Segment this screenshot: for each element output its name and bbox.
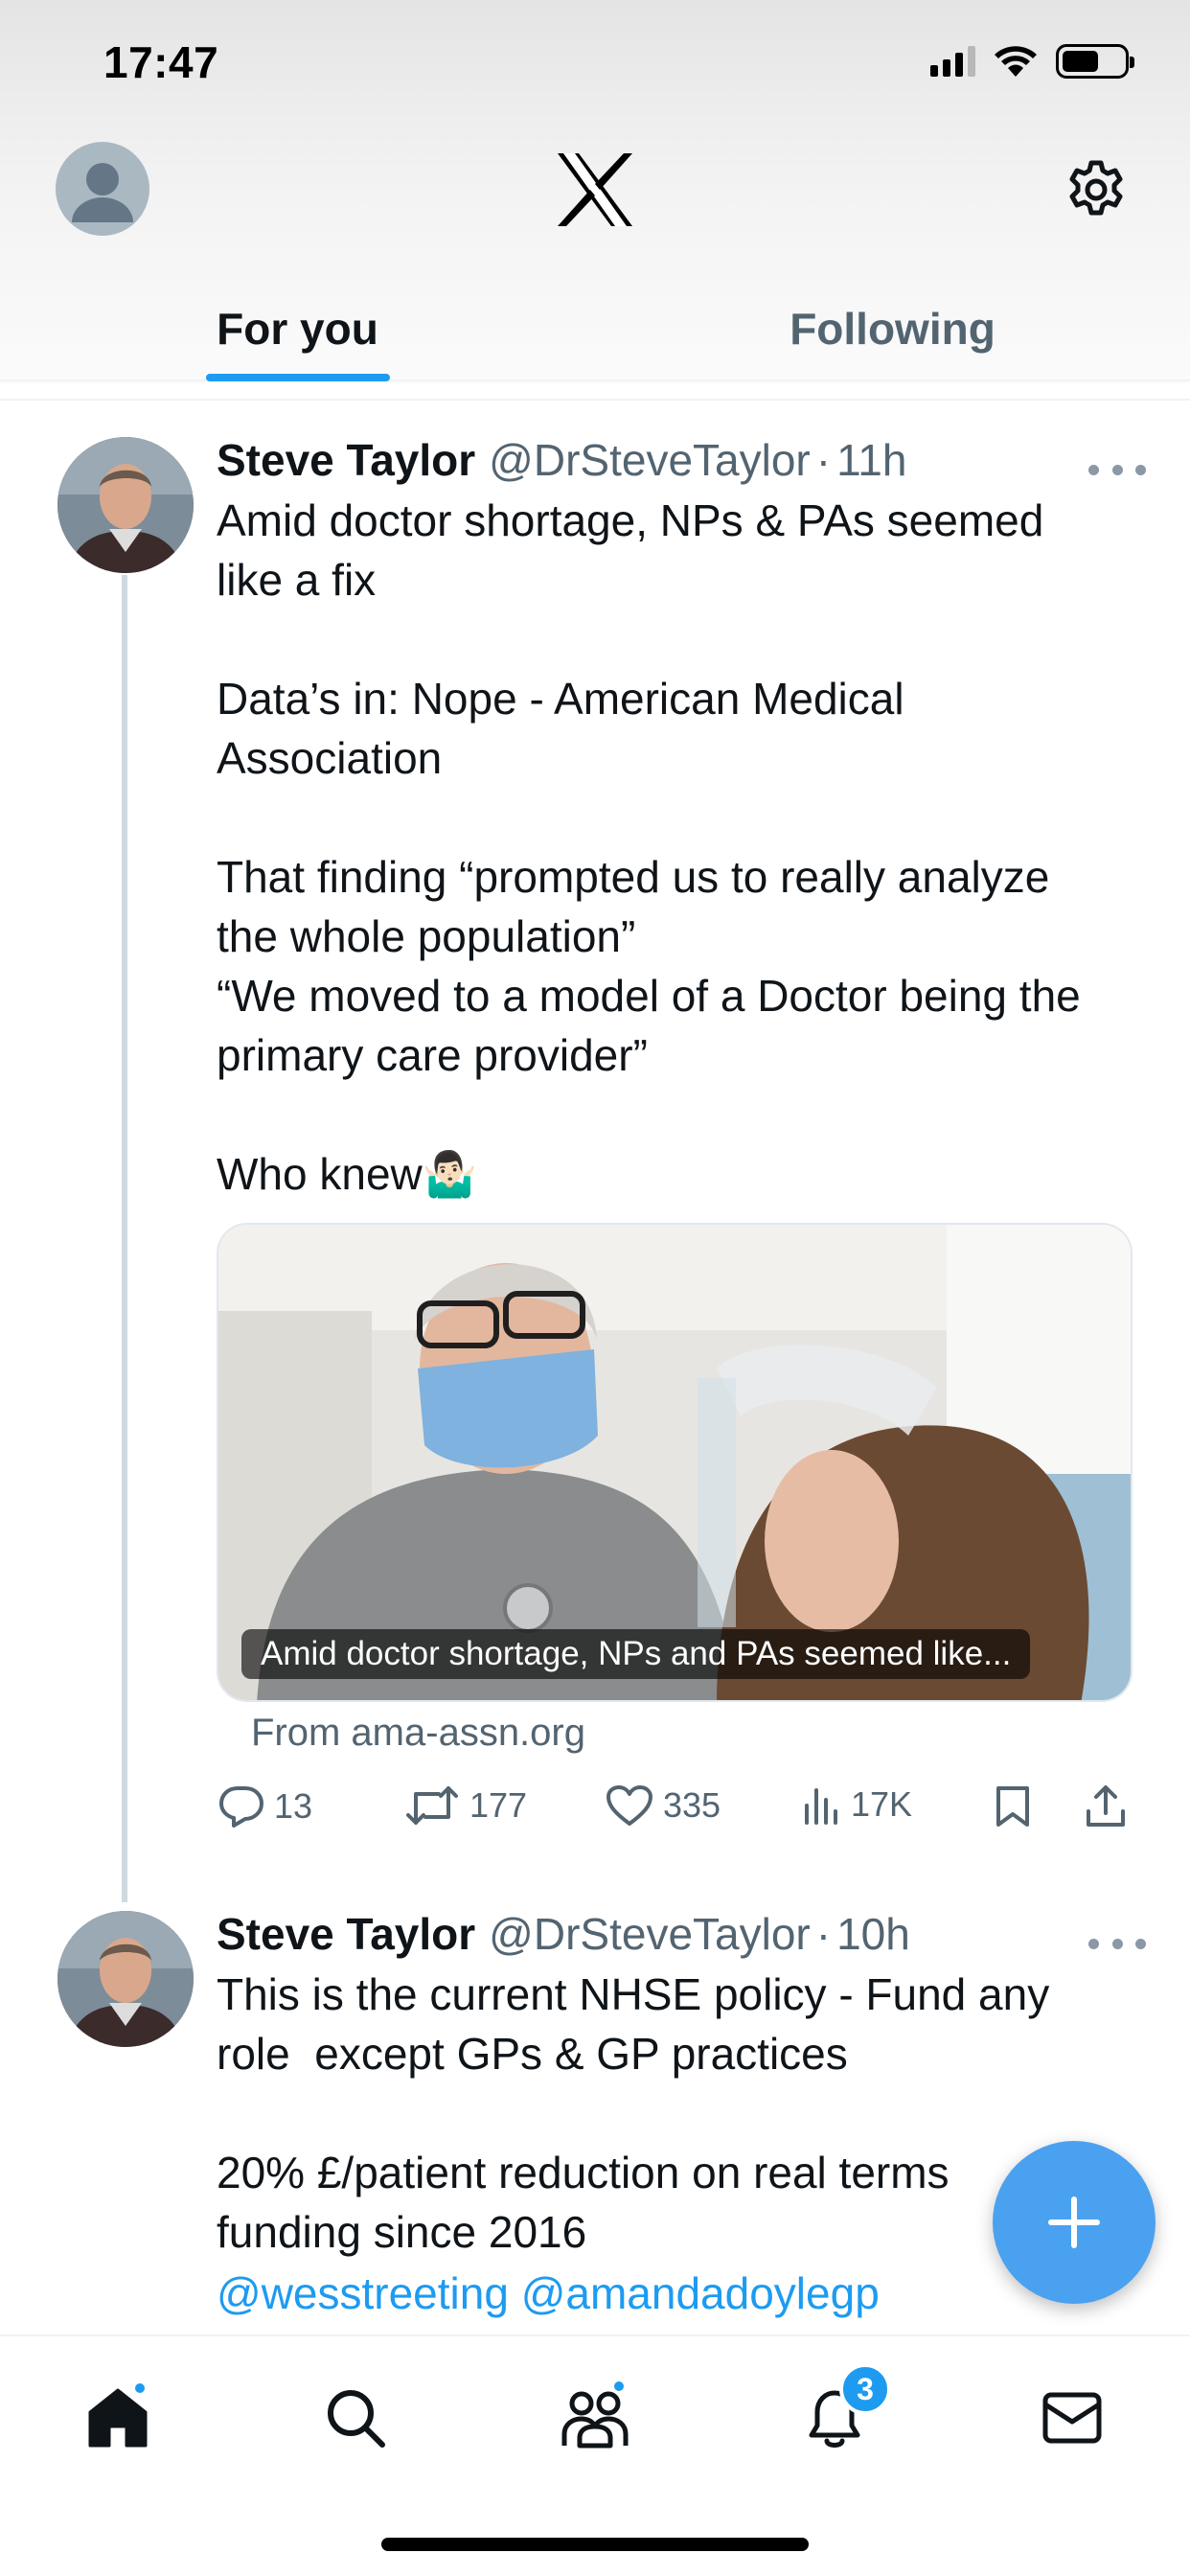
repost-icon [406, 1786, 458, 1825]
share-button[interactable] [1085, 1784, 1127, 1828]
reply-icon [219, 1786, 263, 1828]
post-card[interactable]: Steve Taylor @DrSteveTaylor · 11h Amid d… [0, 431, 1190, 1902]
cellular-signal-icon [930, 46, 975, 77]
post-timestamp[interactable]: 11h [836, 431, 906, 489]
author-avatar[interactable] [57, 1911, 194, 2047]
thread-line [122, 575, 127, 1902]
author-handle[interactable]: @DrSteveTaylor [489, 431, 811, 489]
like-count: 335 [663, 1785, 721, 1825]
bookmark-icon [996, 1786, 1029, 1827]
reply-count: 13 [274, 1786, 313, 1826]
default-avatar-icon [72, 163, 133, 222]
repost-button[interactable]: 177 [404, 1784, 527, 1827]
communities-unread-dot [611, 2379, 627, 2394]
post-actions: 13 177 335 17K [217, 1784, 1136, 1842]
more-options-icon[interactable] [1088, 1929, 1146, 1958]
post-card[interactable]: Steve Taylor @DrSteveTaylor · 10h This i… [0, 1905, 1190, 2346]
tab-following[interactable]: Following [595, 278, 1190, 380]
status-icons [930, 44, 1134, 79]
nav-home[interactable] [75, 2375, 161, 2461]
tab-for-you[interactable]: For you [0, 278, 595, 381]
nav-messages[interactable] [1029, 2375, 1115, 2461]
post-text: Amid doctor shortage, NPs & PAs seemed l… [217, 495, 1081, 1199]
analytics-icon [805, 1788, 837, 1825]
nav-communities[interactable] [552, 2375, 638, 2461]
profile-avatar[interactable] [56, 142, 149, 236]
author-handle[interactable]: @DrSteveTaylor [489, 1905, 811, 1963]
bookmark-button[interactable] [995, 1784, 1031, 1828]
home-indicator[interactable] [381, 2538, 809, 2551]
tab-label: Following [790, 304, 995, 354]
divider [0, 399, 1190, 401]
post-content: Steve Taylor @DrSteveTaylor · 10h This i… [217, 1905, 1136, 2323]
like-button[interactable]: 335 [606, 1784, 721, 1827]
active-tab-indicator [205, 374, 390, 381]
post-timestamp[interactable]: 10h [836, 1905, 910, 1963]
x-logo-icon[interactable] [554, 151, 636, 228]
link-source[interactable]: From ama-assn.org [251, 1712, 585, 1755]
reply-button[interactable]: 13 [218, 1784, 312, 1828]
post-content: Steve Taylor @DrSteveTaylor · 11h Amid d… [217, 431, 1136, 1204]
nav-search[interactable] [312, 2375, 399, 2461]
author-name[interactable]: Steve Taylor [217, 1905, 475, 1963]
separator: · [815, 1909, 832, 1959]
communities-icon [561, 2391, 629, 2449]
views-button[interactable]: 17K [803, 1784, 912, 1825]
status-time: 17:47 [103, 37, 219, 87]
heart-icon [606, 1785, 652, 1826]
post-mentions[interactable]: @wesstreeting @amandadoylegp [217, 2264, 1136, 2323]
tab-label: For you [217, 304, 378, 354]
wifi-icon [995, 46, 1037, 77]
gear-icon[interactable] [1065, 159, 1127, 220]
link-card[interactable]: Amid doctor shortage, NPs and PAs seemed… [217, 1223, 1133, 1702]
compose-button[interactable] [993, 2141, 1156, 2304]
post-header: Steve Taylor @DrSteveTaylor · 11h [217, 431, 1136, 489]
more-options-icon[interactable] [1088, 455, 1146, 484]
repost-count: 177 [469, 1785, 528, 1825]
separator: · [815, 435, 832, 485]
search-icon [328, 2390, 385, 2448]
author-name[interactable]: Steve Taylor [217, 431, 475, 489]
mail-icon [1042, 2392, 1102, 2444]
link-card-title: Amid doctor shortage, NPs and PAs seemed… [241, 1629, 1031, 1679]
share-icon [1087, 1785, 1125, 1827]
home-unread-dot [132, 2380, 148, 2396]
author-avatar[interactable] [57, 437, 194, 573]
view-count: 17K [851, 1784, 913, 1824]
plus-icon [1048, 2196, 1100, 2248]
notification-badge: 3 [839, 2363, 891, 2415]
post-header: Steve Taylor @DrSteveTaylor · 10h [217, 1905, 1136, 1963]
battery-icon [1056, 44, 1134, 79]
timeline-tabs: For you Following [0, 278, 1190, 381]
